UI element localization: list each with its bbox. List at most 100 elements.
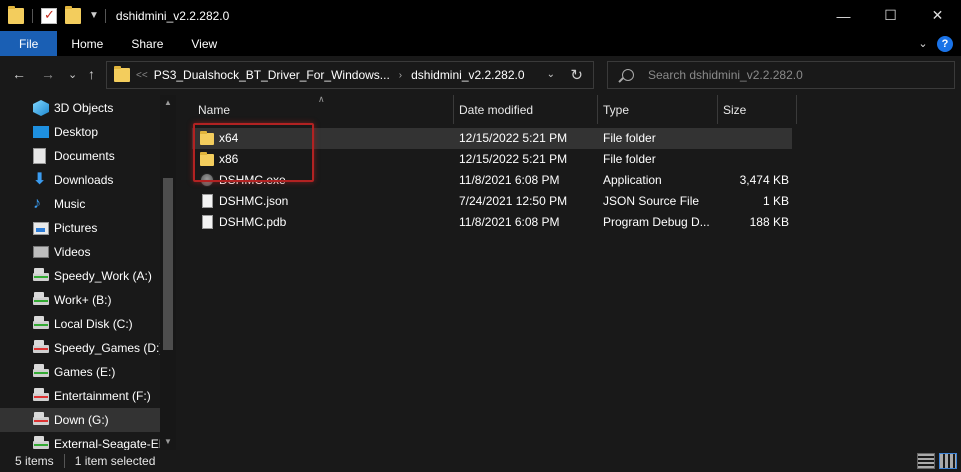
breadcrumb-overflow-icon[interactable]: <<: [136, 70, 148, 81]
sidebar-item-label: Games (E:): [54, 365, 116, 379]
pictures-icon: [33, 222, 49, 235]
scroll-down-icon[interactable]: ▼: [164, 437, 172, 446]
address-dropdown-icon[interactable]: ⌄: [547, 69, 555, 80]
file-type: Application: [603, 173, 662, 187]
drive-icon: [33, 364, 49, 377]
column-divider[interactable]: [597, 95, 598, 124]
breadcrumb-item[interactable]: PS3_Dualshock_BT_Driver_For_Windows...: [154, 68, 390, 82]
drive-icon: [33, 412, 49, 425]
customize-toolbar-icon[interactable]: ▼: [89, 10, 99, 21]
properties-icon[interactable]: [41, 7, 57, 24]
videos-icon: [33, 246, 49, 258]
forward-arrow-icon[interactable]: →: [41, 66, 55, 82]
view-switcher: [913, 453, 957, 469]
file-row[interactable]: DSHMC.pdb 11/8/2021 6:08 PM Program Debug …: [192, 212, 792, 233]
file-date-modified: 12/15/2022 5:21 PM: [459, 131, 568, 145]
sidebar-item[interactable]: 3D Objects: [0, 96, 160, 120]
sidebar-item[interactable]: Work+ (B:): [0, 288, 160, 312]
drive-icon: [33, 292, 49, 305]
maximize-button[interactable]: ☐: [867, 0, 914, 31]
scrollbar-thumb[interactable]: [163, 178, 173, 350]
column-header-name[interactable]: Name: [198, 95, 230, 124]
search-input[interactable]: [648, 68, 938, 82]
file-date-modified: 11/8/2021 6:08 PM: [459, 215, 560, 229]
breadcrumb-item[interactable]: dshidmini_v2.2.282.0: [411, 68, 524, 82]
large-icons-view-icon[interactable]: [939, 453, 957, 469]
file-date-modified: 12/15/2022 5:21 PM: [459, 152, 568, 166]
sidebar-item[interactable]: Desktop: [0, 120, 160, 144]
sidebar-item[interactable]: Pictures: [0, 216, 160, 240]
file-name: DSHMC.json: [219, 194, 289, 208]
sidebar-item-label: Down (G:): [54, 413, 109, 427]
drive-icon: [33, 316, 49, 329]
window-controls: — ☐ ✕: [820, 0, 961, 31]
json-file-icon: [202, 194, 213, 208]
divider: [63, 454, 65, 468]
up-arrow-icon[interactable]: ↑: [88, 66, 95, 82]
file-size: 1 KB: [762, 194, 789, 208]
ribbon-tabs: File Home Share View ⌄ ?: [0, 31, 961, 56]
sidebar-item[interactable]: Speedy_Games (D:): [0, 336, 160, 360]
column-divider[interactable]: [717, 95, 718, 124]
title-bar: ▼ dshidmini_v2.2.282.0 — ☐ ✕: [0, 0, 961, 31]
sidebar-item-label: Speedy_Games (D:): [54, 341, 160, 355]
sidebar-item[interactable]: External-Seagate-EM: [0, 432, 160, 450]
details-view-icon[interactable]: [917, 453, 935, 469]
sidebar-item[interactable]: Entertainment (F:): [0, 384, 160, 408]
sidebar-item[interactable]: ⬇ Downloads: [0, 168, 160, 192]
address-bar[interactable]: << PS3_Dualshock_BT_Driver_For_Windows..…: [106, 61, 594, 89]
selection-count: 1 item selected: [74, 454, 156, 468]
sort-ascending-icon: ∧: [318, 94, 325, 104]
help-icon[interactable]: ?: [937, 35, 953, 52]
tab-view[interactable]: View: [177, 31, 231, 56]
tab-file[interactable]: File: [0, 31, 58, 56]
3d-objects-icon: [33, 100, 49, 116]
sidebar-item-label: Videos: [54, 245, 91, 259]
close-button[interactable]: ✕: [914, 0, 961, 31]
sidebar-item[interactable]: Down (G:): [0, 408, 160, 432]
scroll-up-icon[interactable]: ▲: [164, 98, 172, 107]
sidebar-item[interactable]: Speedy_Work (A:): [0, 264, 160, 288]
drive-icon: [33, 268, 49, 281]
file-size: 3,474 KB: [739, 173, 789, 187]
folder-icon: [8, 5, 24, 24]
sidebar-item-label: Pictures: [54, 221, 98, 235]
item-count: 5 items: [15, 454, 54, 468]
search-box[interactable]: [607, 61, 955, 89]
file-row[interactable]: DSHMC.json 7/24/2021 12:50 PM JSON Source …: [192, 191, 792, 212]
sidebar-item[interactable]: Documents: [0, 144, 160, 168]
documents-icon: [33, 148, 46, 164]
sidebar-item[interactable]: Local Disk (C:): [0, 312, 160, 336]
drive-icon: [33, 388, 49, 401]
recent-locations-icon[interactable]: ⌄: [68, 68, 77, 81]
file-type: Program Debug D...: [603, 215, 710, 229]
column-header-date[interactable]: Date modified: [459, 95, 533, 124]
back-arrow-icon[interactable]: ←: [12, 66, 26, 82]
sidebar-item-label: 3D Objects: [54, 101, 114, 115]
file-type: File folder: [603, 131, 656, 145]
drive-icon: [33, 436, 49, 449]
downloads-icon: ⬇: [33, 171, 47, 188]
tab-share[interactable]: Share: [117, 31, 177, 56]
column-divider[interactable]: [796, 95, 797, 124]
sidebar-scrollbar[interactable]: ▲ ▼: [160, 95, 176, 450]
column-header-size[interactable]: Size: [723, 95, 746, 124]
sidebar-item[interactable]: Games (E:): [0, 360, 160, 384]
sidebar-item[interactable]: ♪ Music: [0, 192, 160, 216]
tab-home[interactable]: Home: [57, 31, 117, 56]
refresh-icon[interactable]: ↻: [570, 66, 583, 84]
file-date-modified: 7/24/2021 12:50 PM: [459, 194, 568, 208]
column-header-type[interactable]: Type: [603, 95, 629, 124]
sidebar-item-label: Work+ (B:): [54, 293, 112, 307]
sidebar-item[interactable]: Videos: [0, 240, 160, 264]
minimize-button[interactable]: —: [820, 0, 867, 31]
ribbon-right: ⌄ ?: [913, 31, 961, 56]
column-divider[interactable]: [453, 95, 454, 124]
sidebar-item-label: Music: [54, 197, 86, 211]
expand-ribbon-icon[interactable]: ⌄: [913, 37, 933, 50]
divider: [104, 8, 106, 23]
breadcrumb-separator-icon[interactable]: ›: [399, 70, 402, 81]
sidebar-item-label: Entertainment (F:): [54, 389, 151, 403]
new-folder-icon[interactable]: [65, 5, 81, 24]
file-size: 188 KB: [749, 215, 789, 229]
